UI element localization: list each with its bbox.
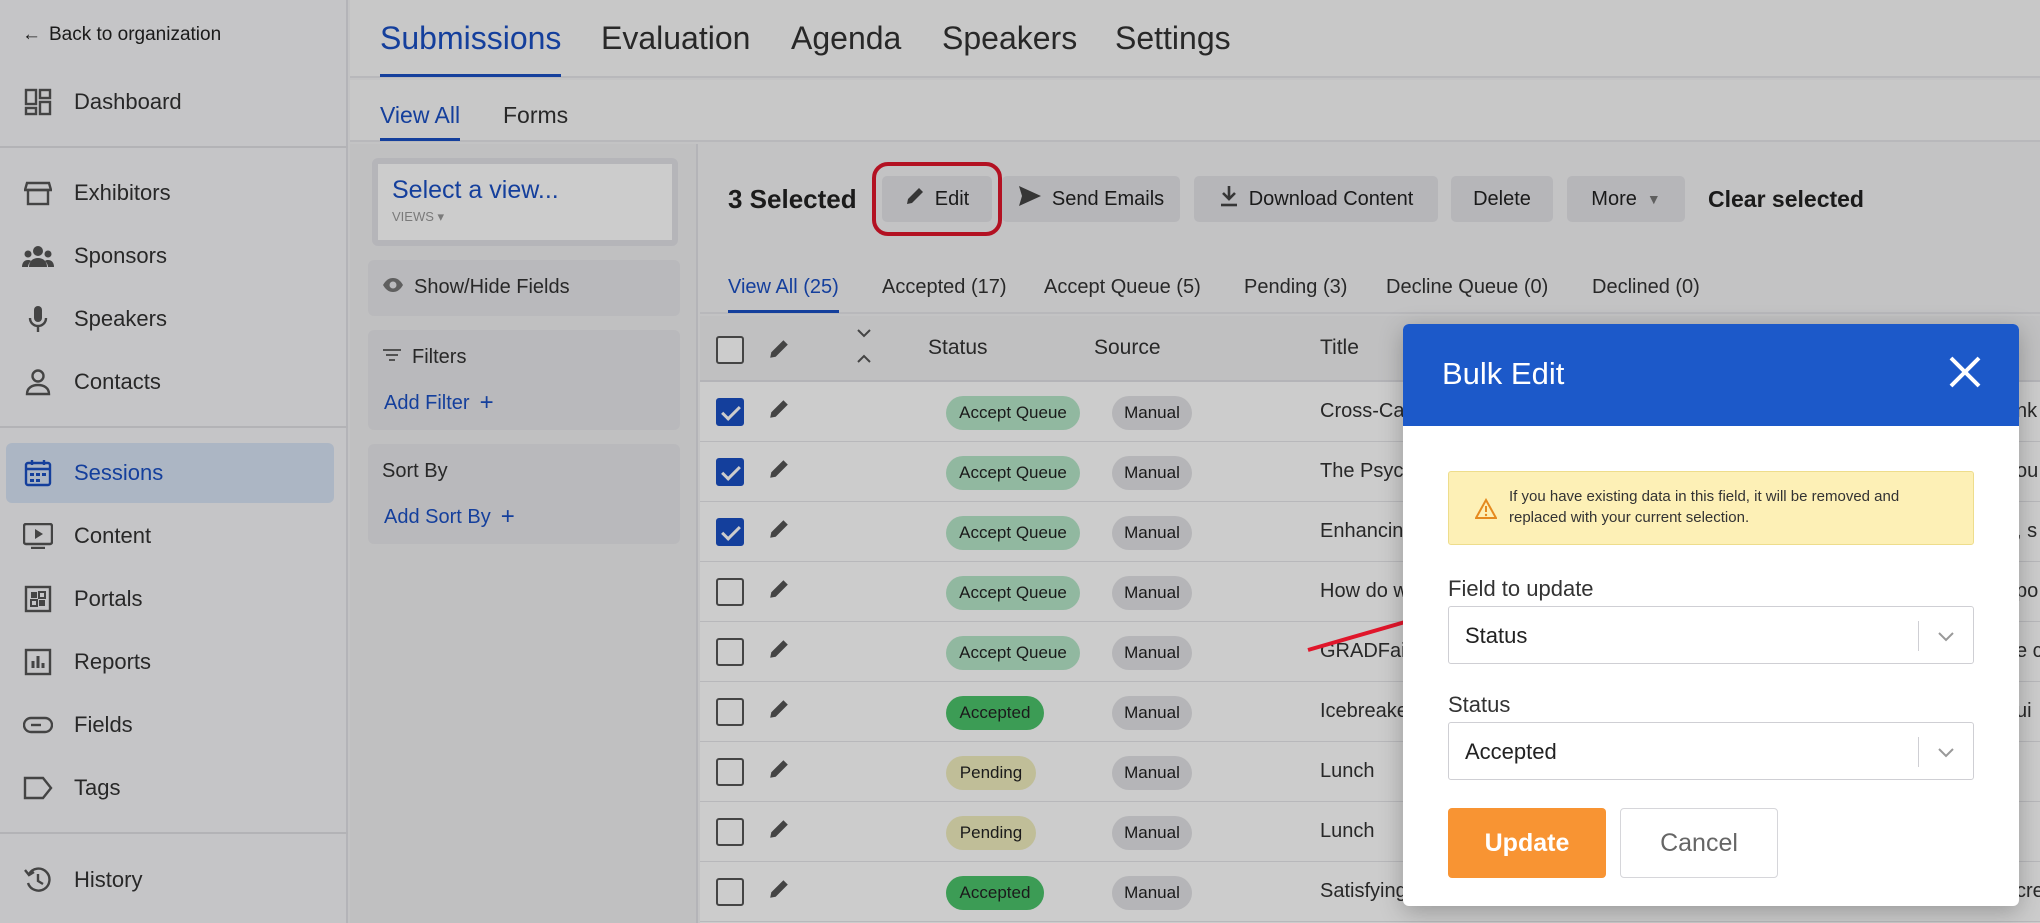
bulk-edit-modal: Bulk Edit If you have existing data in t… <box>1403 324 2019 906</box>
cancel-button[interactable]: Cancel <box>1620 808 1778 878</box>
select-separator <box>1918 737 1919 767</box>
warning-icon <box>1475 498 1497 519</box>
status-label: Status <box>1448 692 1511 717</box>
field-to-update-value: Status <box>1465 623 1528 648</box>
update-button[interactable]: Update <box>1448 808 1606 878</box>
modal-header: Bulk Edit <box>1403 324 2019 426</box>
field-to-update-label: Field to update <box>1448 576 1594 601</box>
field-to-update-select[interactable]: Status <box>1448 606 1974 664</box>
status-select[interactable]: Accepted <box>1448 722 1974 780</box>
status-value: Accepted <box>1465 739 1557 764</box>
chevron-down-icon[interactable] <box>1935 741 1957 763</box>
close-icon[interactable] <box>1947 354 1983 390</box>
modal-title: Bulk Edit <box>1442 356 1565 391</box>
select-separator <box>1918 621 1919 651</box>
chevron-down-icon[interactable] <box>1935 625 1957 647</box>
warning-banner: If you have existing data in this field,… <box>1448 471 1974 545</box>
warning-text: If you have existing data in this field,… <box>1509 488 1900 526</box>
